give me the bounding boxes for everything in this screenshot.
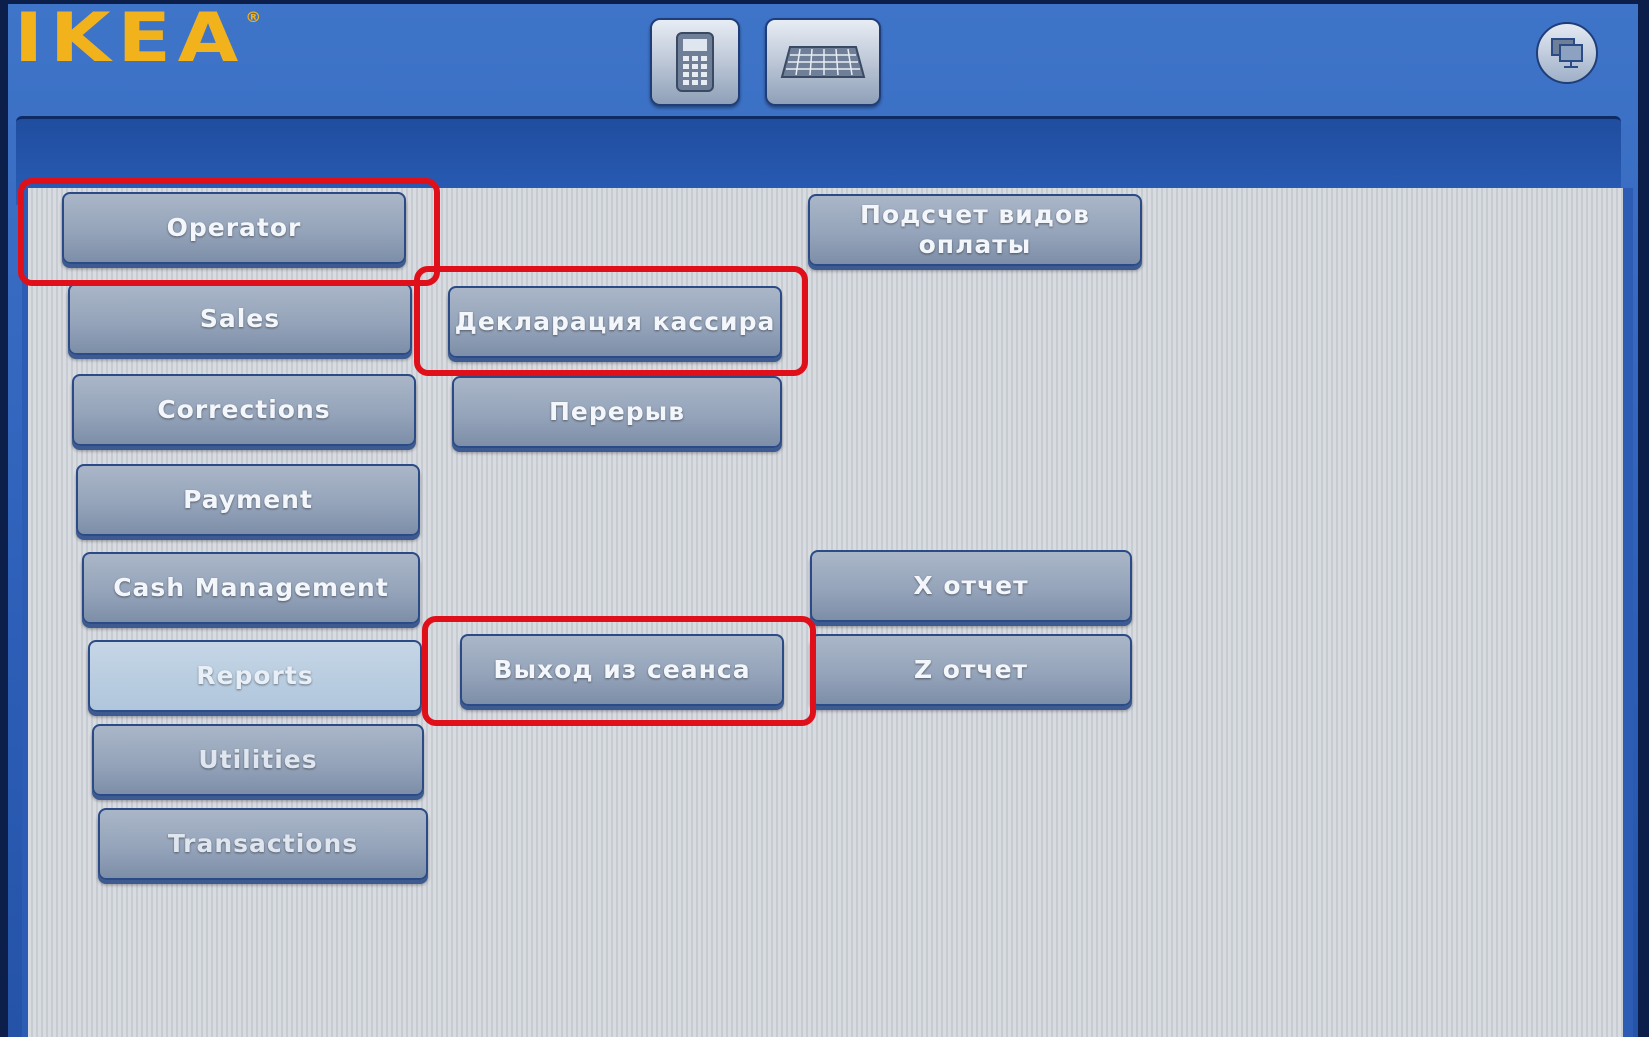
reports-button[interactable]: Reports	[88, 640, 422, 712]
pos-screen: IKEA® Operator Sales Corrections Payment…	[8, 4, 1638, 1037]
keyboard-button[interactable]	[765, 18, 881, 106]
sales-label: Sales	[199, 304, 281, 333]
cash-management-button[interactable]: Cash Management	[82, 552, 420, 624]
remote-desktop-icon	[1551, 38, 1583, 68]
payment-count-label-line1: Подсчет видов	[860, 200, 1090, 229]
reports-label: Reports	[196, 661, 314, 690]
utilities-button[interactable]: Utilities	[92, 724, 424, 796]
ikea-logo: IKEA®	[14, 5, 262, 73]
break-button[interactable]: Перерыв	[452, 376, 782, 448]
x-report-label: X отчет	[913, 571, 1029, 600]
keyboard-icon	[780, 46, 866, 78]
transactions-button[interactable]: Transactions	[98, 808, 428, 880]
corrections-button[interactable]: Corrections	[72, 374, 416, 446]
cashier-declaration-button[interactable]: Декларация кассира	[448, 286, 782, 358]
payment-count-button[interactable]: Подсчет видов оплаты	[808, 194, 1142, 266]
corrections-label: Corrections	[157, 395, 331, 424]
operator-button[interactable]: Operator	[62, 192, 406, 264]
cashier-declaration-label: Декларация кассира	[454, 307, 776, 336]
operator-label: Operator	[166, 213, 302, 242]
calculator-icon	[676, 32, 714, 92]
payment-count-label-line2: оплаты	[918, 230, 1032, 259]
logout-button[interactable]: Выход из сеанса	[460, 634, 784, 706]
calculator-button[interactable]	[650, 18, 740, 106]
remote-desktop-button[interactable]	[1536, 22, 1598, 84]
break-label: Перерыв	[548, 397, 686, 426]
cash-management-label: Cash Management	[113, 573, 389, 602]
logout-label: Выход из сеанса	[493, 655, 751, 684]
z-report-button[interactable]: Z отчет	[810, 634, 1132, 706]
logo-registered-mark: ®	[245, 10, 262, 26]
z-report-label: Z отчет	[913, 655, 1029, 684]
sales-button[interactable]: Sales	[68, 283, 412, 355]
x-report-button[interactable]: X отчет	[810, 550, 1132, 622]
payment-button[interactable]: Payment	[76, 464, 420, 536]
logo-text: IKEA	[14, 4, 246, 78]
payment-label: Payment	[183, 485, 313, 514]
transactions-label: Transactions	[167, 829, 359, 858]
utilities-label: Utilities	[198, 745, 318, 774]
